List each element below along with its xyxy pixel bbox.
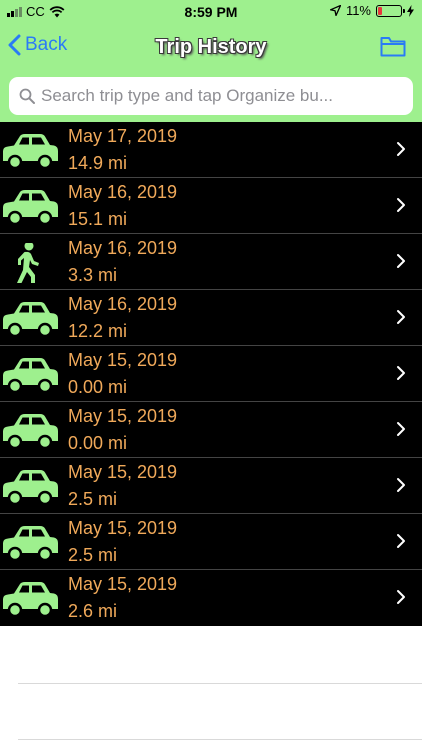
chevron-right-icon bbox=[396, 365, 406, 386]
chevron-right-icon bbox=[396, 141, 406, 162]
car-icon bbox=[0, 411, 60, 451]
car-icon bbox=[0, 355, 60, 395]
navigation-bar: Back Trip History bbox=[0, 26, 422, 70]
search-bar bbox=[9, 77, 413, 115]
chevron-right-icon bbox=[396, 253, 406, 274]
chevron-right-icon bbox=[396, 309, 406, 330]
trip-date: May 16, 2019 bbox=[68, 182, 178, 202]
chevron-right-icon bbox=[396, 477, 406, 498]
trip-row[interactable]: May 15, 2019 0.00 mi bbox=[0, 346, 422, 402]
trip-distance: 0.00 mi bbox=[68, 433, 128, 453]
trip-row[interactable]: May 17, 2019 14.9 mi bbox=[0, 122, 422, 178]
chevron-right-icon bbox=[396, 589, 406, 610]
empty-row-separator bbox=[18, 683, 422, 684]
chevron-right-icon bbox=[396, 421, 406, 442]
status-bar: CC 8:59 PM 11% bbox=[0, 0, 422, 24]
empty-row-separator bbox=[18, 739, 422, 740]
trip-date: May 15, 2019 bbox=[68, 406, 178, 426]
trip-distance: 3.3 mi bbox=[68, 265, 118, 285]
trip-row[interactable]: May 15, 2019 0.00 mi bbox=[0, 402, 422, 458]
car-icon bbox=[0, 131, 60, 171]
trip-distance: 14.9 mi bbox=[68, 153, 128, 173]
car-icon bbox=[0, 187, 60, 227]
walking-icon bbox=[0, 241, 60, 284]
trip-row[interactable]: May 15, 2019 2.5 mi bbox=[0, 458, 422, 514]
car-icon bbox=[0, 467, 60, 507]
chevron-right-icon bbox=[396, 533, 406, 554]
trip-date: May 15, 2019 bbox=[68, 462, 178, 482]
trip-distance: 12.2 mi bbox=[68, 321, 128, 341]
search-input[interactable] bbox=[41, 86, 401, 106]
trip-row[interactable]: May 15, 2019 2.5 mi bbox=[0, 514, 422, 570]
trip-row[interactable]: May 16, 2019 15.1 mi bbox=[0, 178, 422, 234]
trip-distance: 2.5 mi bbox=[68, 545, 118, 565]
trip-list: May 17, 2019 14.9 mi May 16, 2019 15.1 mi Ma… bbox=[0, 122, 422, 626]
trip-distance: 15.1 mi bbox=[68, 209, 128, 229]
search-icon bbox=[19, 88, 35, 104]
trip-date: May 16, 2019 bbox=[68, 294, 178, 314]
car-icon bbox=[0, 299, 60, 339]
trip-date: May 15, 2019 bbox=[68, 574, 178, 594]
trip-distance: 0.00 mi bbox=[68, 377, 128, 397]
trip-row[interactable]: May 16, 2019 12.2 mi bbox=[0, 290, 422, 346]
location-arrow-icon bbox=[329, 5, 341, 16]
trip-row[interactable]: May 16, 2019 3.3 mi bbox=[0, 234, 422, 290]
trip-date: May 16, 2019 bbox=[68, 238, 178, 258]
header-bar: CC 8:59 PM 11% Back Trip History Search … bbox=[0, 0, 422, 128]
trip-distance: 2.5 mi bbox=[68, 489, 118, 509]
chevron-right-icon bbox=[396, 197, 406, 218]
car-icon bbox=[0, 523, 60, 563]
trip-date: May 15, 2019 bbox=[68, 350, 178, 370]
trip-date: May 15, 2019 bbox=[68, 518, 178, 538]
folder-icon[interactable] bbox=[380, 36, 406, 57]
trip-row[interactable]: May 15, 2019 2.6 mi bbox=[0, 570, 422, 626]
trip-date: May 17, 2019 bbox=[68, 126, 178, 146]
charging-bolt-icon bbox=[407, 4, 414, 17]
battery-icon bbox=[376, 4, 405, 17]
page-title: Trip History bbox=[155, 36, 267, 58]
car-icon bbox=[0, 579, 60, 619]
trip-distance: 2.6 mi bbox=[68, 601, 118, 621]
battery-percent: 11% bbox=[345, 3, 371, 18]
